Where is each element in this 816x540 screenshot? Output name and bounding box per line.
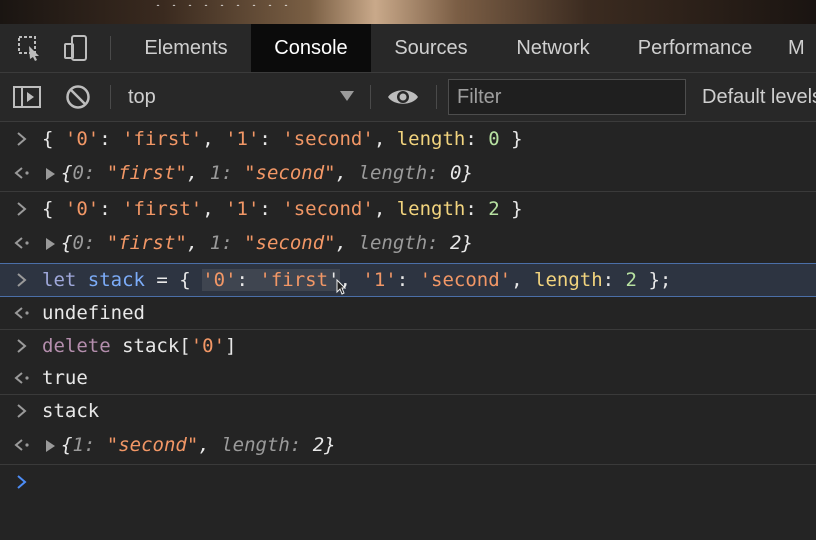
- chevron-right-icon: [12, 339, 32, 353]
- tab-memory-truncated[interactable]: M: [788, 24, 816, 72]
- console-input-text[interactable]: let stack = { '0': 'first', '1': 'second…: [42, 269, 671, 291]
- console-toolbar: top Default levels: [0, 73, 816, 122]
- show-sidebar-icon[interactable]: [12, 73, 42, 121]
- expand-triangle-icon[interactable]: [46, 237, 55, 250]
- chevron-right-icon: [12, 273, 32, 287]
- toolbar-divider: [110, 85, 111, 109]
- console-input-row-selected: let stack = { '0': 'first', '1': 'second…: [0, 263, 816, 297]
- tab-network[interactable]: Network: [498, 24, 608, 72]
- console-output-row: {0: "first", 1: "second", length: 2}: [0, 226, 816, 260]
- tab-sources[interactable]: Sources: [376, 24, 486, 72]
- console-output-object[interactable]: {0: "first", 1: "second", length: 2}: [46, 232, 473, 254]
- console-output-row: undefined: [0, 297, 816, 329]
- filter-input[interactable]: [448, 79, 686, 115]
- console-input-text[interactable]: { '0': 'first', '1': 'second', length: 0…: [42, 128, 523, 150]
- chevron-down-icon[interactable]: [340, 91, 354, 101]
- console-output-row: {0: "first", 1: "second", length: 0}: [0, 156, 816, 190]
- log-levels-dropdown[interactable]: Default levels: [702, 73, 816, 121]
- console-input-row: delete stack['0']: [0, 330, 816, 362]
- return-arrow-icon: [12, 306, 32, 320]
- eye-icon[interactable]: [386, 73, 420, 121]
- background-starfield: [150, 4, 290, 6]
- browser-window-strip: [0, 0, 816, 24]
- toolbar-divider: [436, 85, 437, 109]
- console-output-row: true: [0, 362, 816, 394]
- chevron-right-icon: [12, 404, 32, 418]
- return-arrow-icon: [12, 438, 32, 452]
- console-output-row: {1: "second", length: 2}: [0, 428, 816, 462]
- console-input-text[interactable]: stack: [42, 400, 99, 422]
- console-prompt-row[interactable]: [0, 465, 816, 499]
- console-messages: { '0': 'first', '1': 'second', length: 0…: [0, 122, 816, 540]
- console-output-value[interactable]: true: [42, 367, 88, 389]
- tab-bar-divider: [110, 36, 111, 60]
- console-output-object[interactable]: {0: "first", 1: "second", length: 0}: [46, 162, 473, 184]
- console-input-row: { '0': 'first', '1': 'second', length: 2…: [0, 192, 816, 226]
- chevron-right-icon: [12, 202, 32, 216]
- chevron-right-icon: [12, 132, 32, 146]
- return-arrow-icon: [12, 166, 32, 180]
- devtools-tab-bar: Elements Console Sources Network Perform…: [0, 24, 816, 73]
- expand-triangle-icon[interactable]: [46, 167, 55, 180]
- toolbar-divider: [370, 85, 371, 109]
- tab-elements[interactable]: Elements: [126, 24, 246, 72]
- expand-triangle-icon[interactable]: [46, 439, 55, 452]
- console-input-row: { '0': 'first', '1': 'second', length: 0…: [0, 122, 816, 156]
- tab-console[interactable]: Console: [251, 24, 371, 72]
- return-arrow-icon: [12, 236, 32, 250]
- device-toolbar-icon[interactable]: [60, 24, 92, 72]
- console-input-row: stack: [0, 395, 816, 427]
- context-selector[interactable]: top: [128, 73, 156, 121]
- clear-console-icon[interactable]: [62, 73, 94, 121]
- inspect-element-icon[interactable]: [14, 24, 46, 72]
- console-output-object[interactable]: {1: "second", length: 2}: [46, 434, 336, 456]
- console-input-text[interactable]: { '0': 'first', '1': 'second', length: 2…: [42, 198, 523, 220]
- tab-performance[interactable]: Performance: [620, 24, 770, 72]
- chevron-right-icon: [12, 475, 32, 489]
- console-output-value[interactable]: undefined: [42, 302, 145, 324]
- console-input-text[interactable]: delete stack['0']: [42, 335, 237, 357]
- return-arrow-icon: [12, 371, 32, 385]
